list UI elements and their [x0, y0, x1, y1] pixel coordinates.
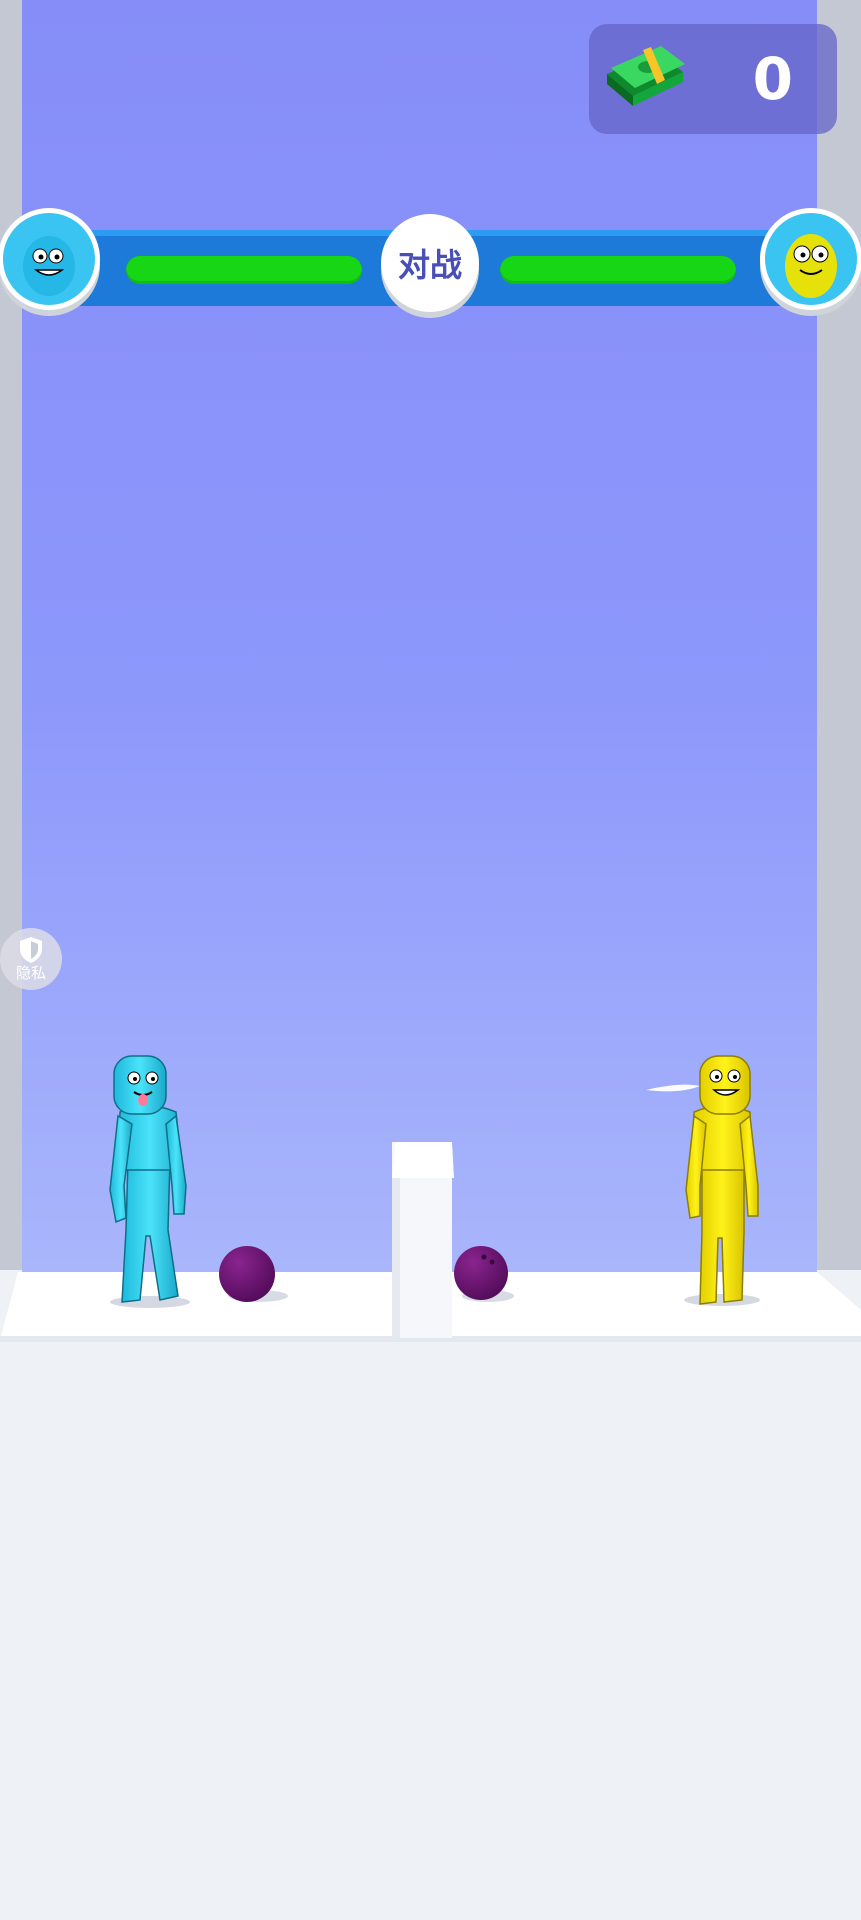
divider-wall-shade	[392, 1178, 400, 1338]
shield-icon	[20, 937, 42, 963]
arena-wall-right	[817, 0, 861, 1270]
blue-character-avatar-icon	[3, 213, 95, 305]
versus-label: 对战	[397, 246, 462, 284]
money-value: 0	[752, 45, 793, 113]
cash-stack-icon	[607, 46, 685, 106]
arena-wall-left	[0, 0, 22, 1270]
player-head	[113, 1055, 167, 1115]
ball-finger-hole	[481, 1254, 487, 1260]
player-avatar	[0, 208, 100, 310]
privacy-label: 隐私	[15, 964, 46, 982]
divider-wall-top	[392, 1142, 454, 1178]
privacy-button[interactable]: 隐私	[0, 928, 62, 990]
player-health-fill	[126, 256, 362, 284]
ball-finger-hole	[489, 1259, 495, 1265]
bowling-ball-left[interactable]	[219, 1246, 275, 1302]
money-counter-panel: 0	[589, 24, 837, 134]
bowling-ball-right[interactable]	[454, 1246, 508, 1300]
yellow-character-avatar-icon	[765, 213, 857, 305]
enemy-shadow	[684, 1294, 760, 1306]
versus-badge: 对战	[381, 214, 479, 312]
enemy-avatar	[760, 208, 861, 310]
enemy-head	[699, 1055, 751, 1115]
enemy-health-fill	[500, 256, 736, 284]
